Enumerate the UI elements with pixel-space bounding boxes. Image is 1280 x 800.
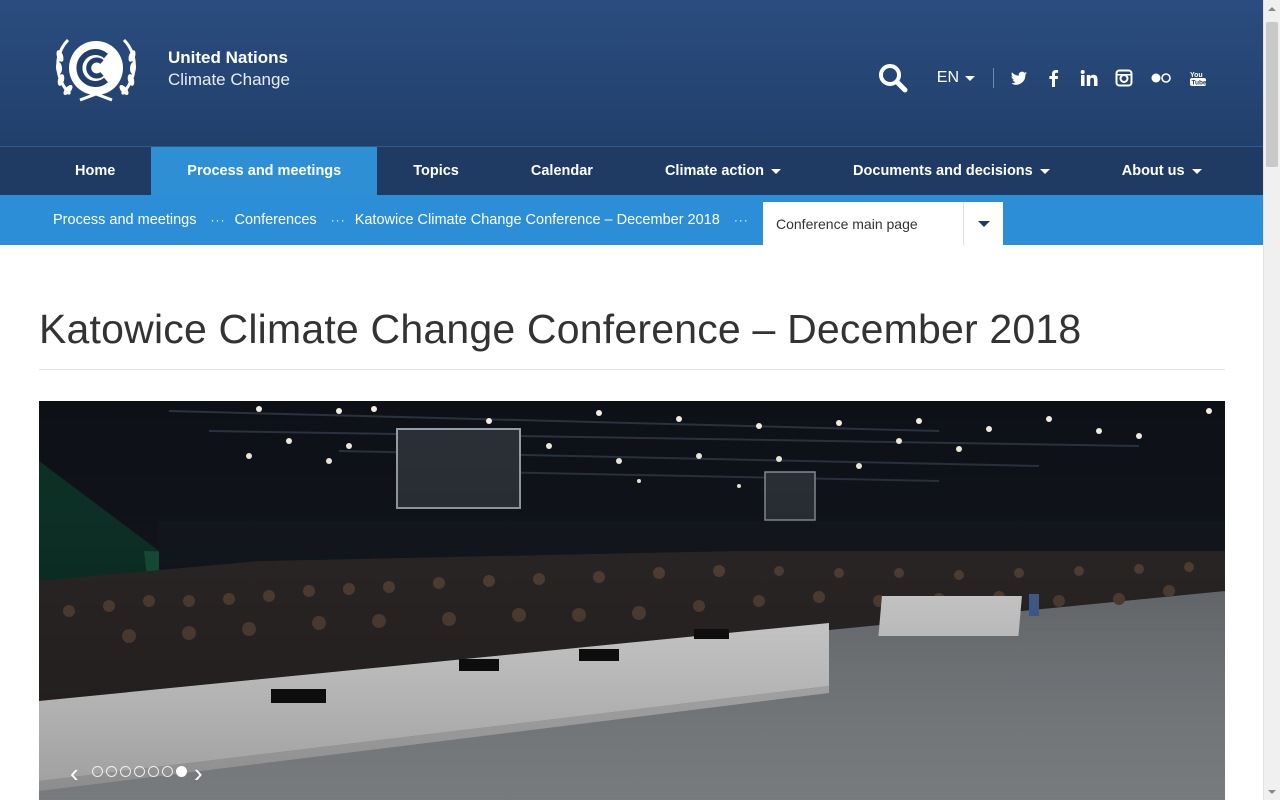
chevron-down-icon: [1268, 789, 1276, 794]
site-header: United Nations Climate Change EN You Tube: [0, 0, 1263, 146]
conference-page-select[interactable]: Conference main page: [763, 202, 1003, 245]
carousel-prev-button[interactable]: ‹: [70, 760, 79, 786]
breadcrumb-item-katowice[interactable]: Katowice Climate Change Conference – Dec…: [355, 212, 720, 228]
chevron-down-icon: [1039, 168, 1050, 174]
hero-image: [39, 401, 1225, 800]
carousel-dot[interactable]: [134, 766, 145, 777]
nav-item-label: Climate action: [664, 163, 765, 179]
nav-item-documents-and-decisions[interactable]: Documents and decisions: [817, 147, 1086, 195]
social-links: You Tube: [1010, 69, 1207, 87]
scroll-up-button[interactable]: [1264, 0, 1280, 17]
org-name-line2: Climate Change: [168, 70, 290, 89]
instagram-icon[interactable]: [1115, 69, 1133, 87]
vertical-scrollbar[interactable]: [1263, 0, 1280, 800]
nav-item-climate-action[interactable]: Climate action: [629, 147, 817, 195]
org-name[interactable]: United Nations Climate Change: [168, 47, 290, 91]
carousel-dot[interactable]: [176, 766, 187, 777]
chevron-down-icon: [965, 75, 975, 81]
conference-page-select-value: Conference main page: [776, 215, 918, 232]
divider: [993, 68, 994, 88]
nav-item-about-us[interactable]: About us: [1086, 147, 1238, 195]
page: United Nations Climate Change EN You Tube: [0, 0, 1263, 800]
carousel-dot[interactable]: [92, 766, 103, 777]
nav-item-process-and-meetings[interactable]: Process and meetings: [151, 147, 378, 195]
scrollbar-thumb[interactable]: [1266, 22, 1278, 167]
svg-text:You: You: [1190, 72, 1203, 79]
breadcrumb-separator: ···: [210, 213, 226, 227]
linkedin-icon[interactable]: [1080, 69, 1098, 87]
nav-item-calendar[interactable]: Calendar: [495, 147, 629, 195]
nav-item-home[interactable]: Home: [39, 147, 151, 195]
nav-item-label: Process and meetings: [187, 163, 342, 179]
svg-text:Tube: Tube: [1192, 80, 1207, 87]
search-icon[interactable]: [877, 62, 909, 94]
chevron-down-icon: [977, 220, 990, 227]
chevron-down-icon: [771, 168, 782, 174]
select-toggle[interactable]: [963, 202, 1003, 245]
carousel-dot[interactable]: [162, 766, 173, 777]
chevron-up-icon: [1268, 6, 1276, 11]
nav-item-label: Home: [75, 163, 116, 179]
scroll-down-button[interactable]: [1264, 783, 1280, 800]
nav-item-label: About us: [1121, 163, 1185, 179]
unfccc-logo[interactable]: [50, 34, 142, 106]
breadcrumb-item-conferences[interactable]: Conferences: [234, 212, 316, 228]
nav-item-label: Calendar: [530, 163, 593, 179]
twitter-icon[interactable]: [1010, 69, 1028, 87]
nav-item-topics[interactable]: Topics: [377, 147, 495, 195]
youtube-icon[interactable]: YouTube: [1189, 69, 1207, 87]
chevron-down-icon: [1191, 168, 1202, 174]
carousel-dots: [92, 766, 187, 777]
carousel-next-button[interactable]: ›: [194, 760, 203, 786]
carousel-dot[interactable]: [148, 766, 159, 777]
facebook-icon[interactable]: [1045, 69, 1063, 87]
carousel-dot[interactable]: [120, 766, 131, 777]
nav-item-label: Topics: [413, 163, 459, 179]
header-tools: EN You Tube: [877, 62, 1207, 94]
language-selector[interactable]: EN: [937, 69, 975, 87]
breadcrumb-separator: ···: [733, 213, 749, 227]
breadcrumb-item-process[interactable]: Process and meetings: [53, 212, 196, 228]
language-label: EN: [936, 69, 959, 86]
nav-item-label: Documents and decisions: [853, 163, 1033, 179]
conference-hall-photo: [39, 401, 1225, 800]
flickr-icon[interactable]: [1150, 69, 1172, 87]
breadcrumb-separator: ···: [330, 213, 346, 227]
breadcrumb: Process and meetings ··· Conferences ···…: [0, 195, 1263, 245]
page-title: Katowice Climate Change Conference – Dec…: [39, 306, 1082, 352]
title-divider: [39, 369, 1225, 370]
main-nav: Home Process and meetings Topics Calendar Cl…: [0, 146, 1263, 195]
org-name-line1: United Nations: [168, 48, 288, 67]
carousel-dot[interactable]: [106, 766, 117, 777]
